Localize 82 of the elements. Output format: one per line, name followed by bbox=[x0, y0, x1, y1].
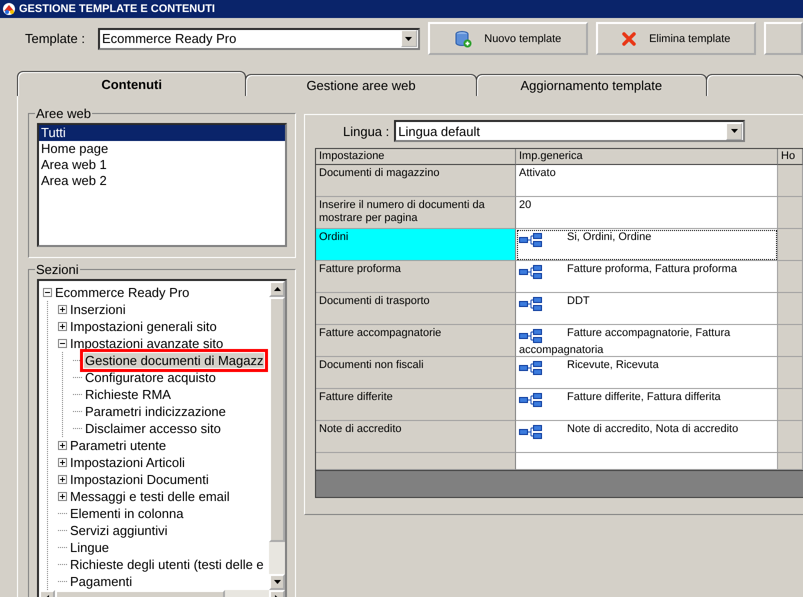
setting-cell: Note di accredito bbox=[316, 421, 516, 453]
tree-item[interactable]: Impostazioni generali sito bbox=[69, 319, 218, 334]
value-cell[interactable]: Si, Ordini, Ordine bbox=[516, 229, 778, 261]
column-header[interactable]: Impostazione bbox=[316, 149, 516, 165]
delete-template-button[interactable]: Elimina template bbox=[596, 22, 756, 55]
dropdown-button[interactable] bbox=[726, 122, 742, 140]
tree-item[interactable]: Ecommerce Ready Pro bbox=[54, 285, 190, 300]
hierarchy-icon bbox=[519, 424, 543, 440]
value-cell[interactable]: Ricevute, Ricevuta bbox=[516, 357, 778, 389]
group-title: Aree web bbox=[35, 106, 92, 121]
value-cell[interactable]: Fatture differite, Fattura differita bbox=[516, 389, 778, 421]
column-header[interactable]: Imp.generica bbox=[516, 149, 778, 165]
template-dropdown[interactable]: Ecommerce Ready Pro bbox=[98, 28, 420, 50]
tab[interactable]: Aggiornamento template bbox=[476, 74, 707, 96]
x-icon bbox=[621, 30, 638, 46]
setting-cell: Documenti non fiscali bbox=[316, 357, 516, 389]
window-title: GESTIONE TEMPLATE E CONTENUTI bbox=[19, 3, 215, 15]
template-label: Template : bbox=[25, 31, 85, 46]
setting-cell: Fatture proforma bbox=[316, 261, 516, 293]
hierarchy-icon bbox=[519, 360, 543, 376]
hierarchy-icon bbox=[519, 232, 543, 248]
list-item[interactable]: Area web 2 bbox=[39, 173, 285, 189]
tree-item[interactable]: Inserzioni bbox=[69, 302, 127, 317]
tree-item[interactable]: Richieste degli utenti (testi delle e bbox=[69, 557, 265, 572]
tree-item[interactable]: Disclaimer accesso sito bbox=[84, 421, 222, 436]
app-icon bbox=[2, 2, 16, 16]
database-plus-icon bbox=[454, 30, 472, 48]
list-item[interactable]: Area web 1 bbox=[39, 157, 285, 173]
scroll-thumb[interactable] bbox=[269, 297, 285, 542]
setting-cell: Fatture accompagnatorie bbox=[316, 325, 516, 357]
tab[interactable]: Gestione aree web bbox=[245, 74, 477, 96]
caret-icon bbox=[730, 129, 738, 133]
setting-cell: Documenti di trasporto bbox=[316, 293, 516, 325]
expand-icon[interactable] bbox=[58, 458, 67, 467]
column-header[interactable]: Ho bbox=[778, 149, 803, 165]
expand-icon[interactable] bbox=[58, 475, 67, 484]
tree-item[interactable]: Pagamenti bbox=[69, 574, 134, 589]
value-cell[interactable]: DDT bbox=[516, 293, 778, 325]
caret-icon bbox=[405, 36, 412, 40]
tree-item[interactable]: Impostazioni Documenti bbox=[69, 472, 210, 487]
up-arrow-icon bbox=[274, 287, 280, 291]
expand-icon[interactable] bbox=[58, 322, 67, 331]
setting-cell: Fatture differite bbox=[316, 389, 516, 421]
new-template-button[interactable]: Nuovo template bbox=[428, 22, 588, 55]
language-label: Lingua : bbox=[343, 124, 390, 138]
down-arrow-icon bbox=[274, 580, 280, 584]
setting-cell: Ordini bbox=[316, 229, 516, 261]
tree-item[interactable]: Parametri utente bbox=[69, 438, 168, 453]
tree-item[interactable]: Richieste RMA bbox=[84, 387, 172, 402]
expand-icon[interactable] bbox=[58, 492, 67, 501]
value-cell[interactable]: Attivato bbox=[516, 165, 778, 197]
hierarchy-icon bbox=[519, 264, 543, 280]
setting-cell: Documenti di magazzino bbox=[316, 165, 516, 197]
group-title: Sezioni bbox=[35, 262, 80, 277]
tree-item[interactable]: Messaggi e testi delle email bbox=[69, 489, 231, 504]
expand-icon[interactable] bbox=[58, 441, 67, 450]
vertical-scrollbar[interactable] bbox=[269, 281, 285, 590]
value-cell[interactable]: Fatture accompagnatorie, Fattura accompagnatoria bbox=[516, 325, 778, 357]
tree-item[interactable]: Parametri indicizzazione bbox=[84, 404, 227, 419]
expand-icon[interactable] bbox=[58, 305, 67, 314]
hierarchy-icon bbox=[519, 296, 543, 312]
list-item[interactable]: Home page bbox=[39, 141, 285, 157]
value-cell[interactable]: Note di accredito, Nota di accredito bbox=[516, 421, 778, 453]
tree-item[interactable]: Configuratore acquisto bbox=[84, 370, 217, 385]
setting-cell: Inserire il numero di documenti da mostrare per pagina bbox=[316, 197, 516, 229]
collapse-icon[interactable] bbox=[58, 339, 67, 348]
dropdown-button[interactable] bbox=[400, 30, 417, 47]
collapse-icon[interactable] bbox=[43, 288, 52, 297]
tree-item[interactable]: Elementi in colonna bbox=[69, 506, 184, 521]
tab[interactable]: Contenuti bbox=[17, 71, 246, 96]
tree-item[interactable]: Impostazioni Articoli bbox=[69, 455, 186, 470]
tree-item[interactable]: Servizi aggiuntivi bbox=[69, 523, 169, 538]
tree-item[interactable]: Impostazioni avanzate sito bbox=[69, 336, 224, 351]
tree-item[interactable]: Lingue bbox=[69, 540, 110, 555]
language-dropdown[interactable]: Lingua default bbox=[394, 120, 746, 142]
hierarchy-icon bbox=[519, 392, 543, 408]
list-item[interactable]: Tutti bbox=[39, 125, 285, 141]
tree-item[interactable]: Gestione documenti di Magazz bbox=[84, 353, 264, 368]
hierarchy-icon bbox=[519, 328, 543, 344]
tab[interactable] bbox=[706, 74, 803, 96]
value-cell[interactable]: Fatture proforma, Fattura proforma bbox=[516, 261, 778, 293]
value-cell[interactable]: 20 bbox=[516, 197, 778, 229]
